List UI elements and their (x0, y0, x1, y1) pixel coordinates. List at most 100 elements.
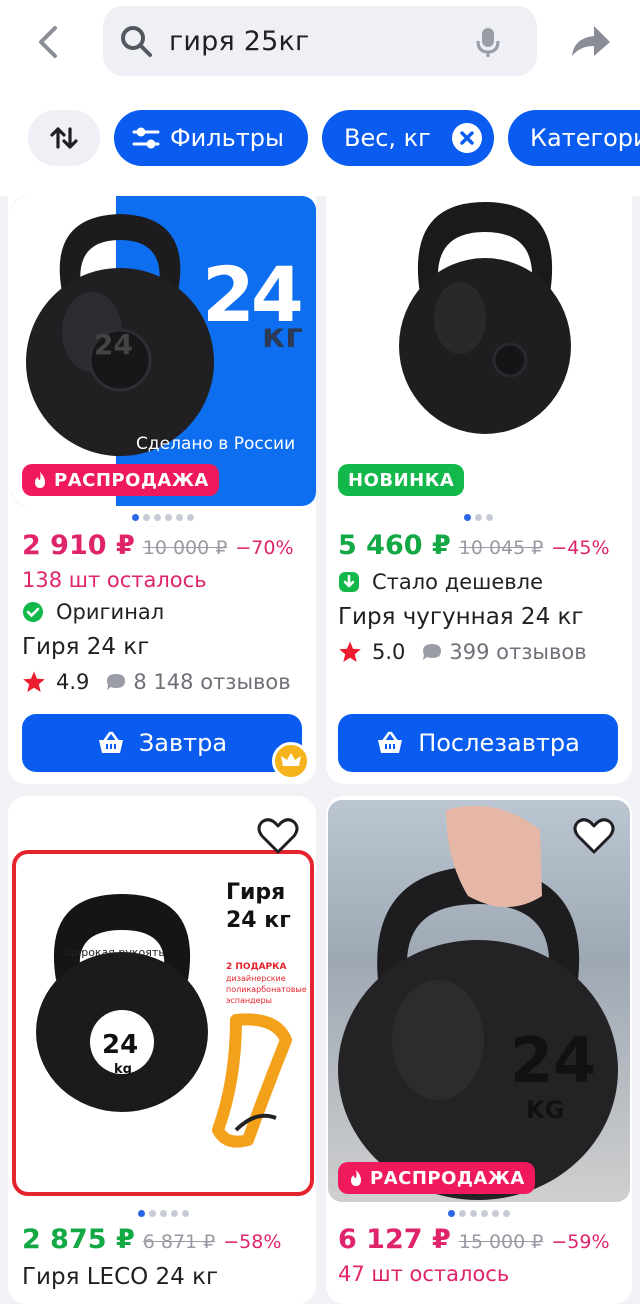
basket-icon (378, 731, 403, 753)
image-gift-3: поликарбонатовые (226, 985, 307, 994)
rating-value: 5.0 (372, 640, 406, 664)
filter-chips: Фильтры Вес, кг Категори (0, 108, 640, 168)
share-icon[interactable] (566, 20, 614, 64)
search-input[interactable]: гиря 25кг (103, 6, 537, 76)
comment-icon (423, 644, 442, 660)
image-title-2: 24 кг (226, 908, 291, 933)
rating-row: 5.0 399 отзывов (338, 640, 587, 664)
discount: −45% (551, 537, 610, 559)
product-card[interactable]: НОВИНКА 5 460 ₽ 10 045 ₽ −45% Стало деше… (326, 180, 632, 784)
reviews-count: 8 148 отзывов (133, 670, 291, 694)
product-image: широкая рукоять 24 kg Гиря 24 кг 2 ПОДАР… (12, 850, 314, 1196)
sort-icon (50, 127, 78, 149)
rating-row: 4.9 8 148 отзывов (22, 670, 291, 694)
product-image: 24 KG РАСПРОДАЖА (328, 800, 630, 1202)
new-badge: НОВИНКА (338, 464, 465, 496)
sale-badge: РАСПРОДАЖА (22, 464, 219, 496)
discount: −58% (223, 1231, 282, 1253)
kettlebell-image (338, 805, 618, 1200)
price: 2 910 ₽ (22, 530, 135, 561)
original-tag: Оригинал (22, 600, 164, 624)
kettlebell-number: 24 (94, 328, 133, 361)
old-price: 6 871 ₽ (142, 1231, 216, 1253)
heart-icon[interactable] (572, 816, 616, 856)
image-pager (464, 514, 493, 521)
add-to-cart-button[interactable]: Послезавтра (338, 714, 618, 772)
kettlebell-image (36, 894, 208, 1112)
old-price: 15 000 ₽ (458, 1231, 544, 1253)
heart-icon[interactable] (256, 816, 300, 856)
product-title[interactable]: Гиря чугунная 24 кг (338, 604, 584, 630)
reviews-count: 399 отзывов (449, 640, 587, 664)
rating-value: 4.9 (56, 670, 90, 694)
button-label: Послезавтра (418, 729, 580, 757)
kettlebell-image (399, 202, 571, 434)
category-chip[interactable]: Категори (508, 110, 640, 166)
price: 2 875 ₽ (22, 1224, 135, 1255)
image-kettlebell-number: 24 (102, 1030, 139, 1060)
old-price: 10 000 ₽ (142, 537, 228, 559)
image-pager (132, 514, 194, 521)
image-title-1: Гиря (226, 880, 286, 905)
image-kettlebell-unit: KG (526, 1096, 565, 1124)
clear-weight-button[interactable] (452, 123, 482, 153)
sort-button[interactable] (28, 110, 100, 166)
price-row: 2 910 ₽ 10 000 ₽ −70% (22, 530, 294, 561)
discount: −59% (551, 1231, 610, 1253)
image-made-in-russia: Сделано в России (136, 434, 296, 454)
star-icon (339, 641, 361, 662)
price: 5 460 ₽ (338, 530, 451, 561)
product-image: НОВИНКА (334, 196, 630, 506)
stock-left: 138 шт осталось (22, 568, 207, 592)
badge-label: РАСПРОДАЖА (54, 469, 209, 491)
fire-icon (35, 472, 45, 488)
weight-chip[interactable]: Вес, кг (322, 110, 494, 166)
close-icon (460, 131, 474, 145)
microphone-icon[interactable] (473, 26, 503, 58)
image-gift-1: 2 ПОДАРКА (226, 962, 287, 972)
badge-label: НОВИНКА (348, 469, 455, 491)
price-down-icon (339, 572, 359, 592)
search-query: гиря 25кг (169, 26, 310, 57)
discount: −70% (235, 537, 294, 559)
image-gift-2: дизайнерские (226, 974, 286, 983)
original-label: Оригинал (56, 600, 165, 624)
product-card[interactable]: широкая рукоять 24 kg Гиря 24 кг 2 ПОДАР… (8, 796, 316, 1304)
chevron-left-icon (39, 26, 57, 58)
image-kettlebell-unit: kg (114, 1062, 132, 1077)
add-to-cart-button[interactable]: Завтра (22, 714, 302, 772)
price: 6 127 ₽ (338, 1224, 451, 1255)
price-row: 6 127 ₽ 15 000 ₽ −59% (338, 1224, 610, 1255)
expander-image (212, 1013, 292, 1148)
price-drop-tag: Стало дешевле (338, 570, 543, 594)
price-row: 5 460 ₽ 10 045 ₽ −45% (338, 530, 610, 561)
product-image: 24 24 кг Сделано в России РАСПРОДАЖА (12, 196, 316, 506)
filter-sliders-icon (132, 127, 160, 149)
back-button[interactable] (22, 18, 74, 66)
basket-icon (98, 731, 123, 753)
button-label: Завтра (138, 729, 228, 757)
search-icon (121, 26, 152, 57)
badge-label: РАСПРОДАЖА (370, 1167, 525, 1189)
image-kettlebell-number: 24 (510, 1024, 597, 1097)
old-price: 10 045 ₽ (458, 537, 544, 559)
product-title[interactable]: Гиря LECO 24 кг (22, 1264, 218, 1290)
product-title[interactable]: Гиря 24 кг (22, 634, 149, 660)
product-card[interactable]: 24 24 кг Сделано в России РАСПРОДАЖА 2 9… (8, 180, 316, 784)
filters-chip[interactable]: Фильтры (114, 110, 308, 166)
image-pager (138, 1210, 189, 1217)
stock-left: 47 шт осталось (338, 1262, 510, 1286)
filters-chip-label: Фильтры (170, 124, 284, 152)
sale-badge: РАСПРОДАЖА (338, 1162, 535, 1194)
weight-chip-label: Вес, кг (344, 124, 431, 152)
fire-icon (351, 1170, 361, 1186)
price-row: 2 875 ₽ 6 871 ₽ −58% (22, 1224, 281, 1255)
product-card[interactable]: 24 KG РАСПРОДАЖА 6 127 ₽ 15 000 ₽ −59% 4… (326, 796, 632, 1304)
comment-icon (107, 674, 126, 690)
image-weight-unit: кг (262, 316, 303, 356)
star-icon (23, 671, 45, 692)
check-circle-icon (23, 602, 43, 622)
image-pager (448, 1210, 510, 1217)
price-drop-label: Стало дешевле (372, 570, 544, 594)
crown-icon (272, 742, 310, 780)
